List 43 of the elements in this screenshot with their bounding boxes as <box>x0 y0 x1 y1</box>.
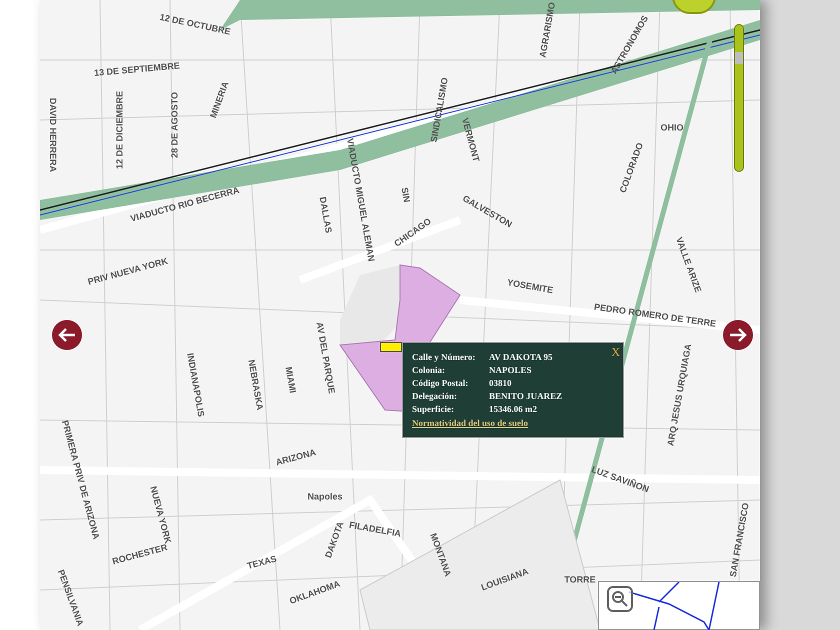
street-label: MIAMI <box>282 366 299 394</box>
street-label: PRIV NUEVA YORK <box>86 254 170 289</box>
street-label: 13 DE SEPTIEMBRE <box>94 60 180 80</box>
street-label: OHIO <box>660 121 684 134</box>
street-label: TORRE <box>564 573 596 586</box>
field-value: 03810 <box>489 377 512 389</box>
street-label: VIADUCTO MIGUEL ALEMAN <box>344 137 378 263</box>
street-label: NEBRASKA <box>245 358 266 412</box>
street-label: 12 DE OCTUBRE <box>158 10 232 39</box>
left-arrow-icon <box>58 328 76 342</box>
field-label: Colonia: <box>412 364 446 376</box>
zoom-out-icon[interactable] <box>607 586 633 612</box>
street-label: 12 DE DICIEMBRE <box>113 90 126 170</box>
street-label: TEXAS <box>246 552 278 573</box>
zoom-slider[interactable] <box>734 24 744 172</box>
field-value: BENITO JUAREZ <box>489 390 562 402</box>
street-label: SIN <box>398 186 413 204</box>
street-label: 28 DE AGOSTO <box>168 92 180 158</box>
previous-button[interactable] <box>52 320 82 350</box>
right-arrow-icon <box>729 328 747 342</box>
field-label: Superficie: <box>412 403 455 415</box>
zoom-slider-thumb[interactable] <box>735 52 743 64</box>
street-label: ARQ JESUS URQUIAGA <box>664 342 694 448</box>
street-label: YOSEMITE <box>506 276 554 298</box>
field-value: 15346.06 m2 <box>489 403 537 415</box>
street-label: PEDRO ROMERO DE TERRE <box>593 300 717 331</box>
field-label: Calle y Número: <box>412 351 476 363</box>
land-use-link[interactable]: Normatividad del uso de suelo <box>412 417 614 430</box>
field-value: NAPOLES <box>489 364 532 376</box>
street-label: Napoles <box>308 490 342 504</box>
street-label: DAVID HERRERA <box>46 98 59 172</box>
street-label: AV DEL PARQUE <box>314 321 338 395</box>
next-button[interactable] <box>723 320 753 350</box>
street-label: VALLE ARIZE <box>673 235 704 295</box>
street-label: NUEVA YORK <box>148 484 174 545</box>
location-marker <box>380 342 402 352</box>
field-label: Código Postal: <box>412 377 470 389</box>
close-button[interactable]: X <box>611 343 620 361</box>
street-label: DALLAS <box>316 196 335 234</box>
field-value: AV DAKOTA 95 <box>489 351 553 363</box>
field-label: Delegación: <box>412 390 458 402</box>
overview-map[interactable] <box>598 581 760 630</box>
map-panel[interactable] <box>40 0 760 630</box>
